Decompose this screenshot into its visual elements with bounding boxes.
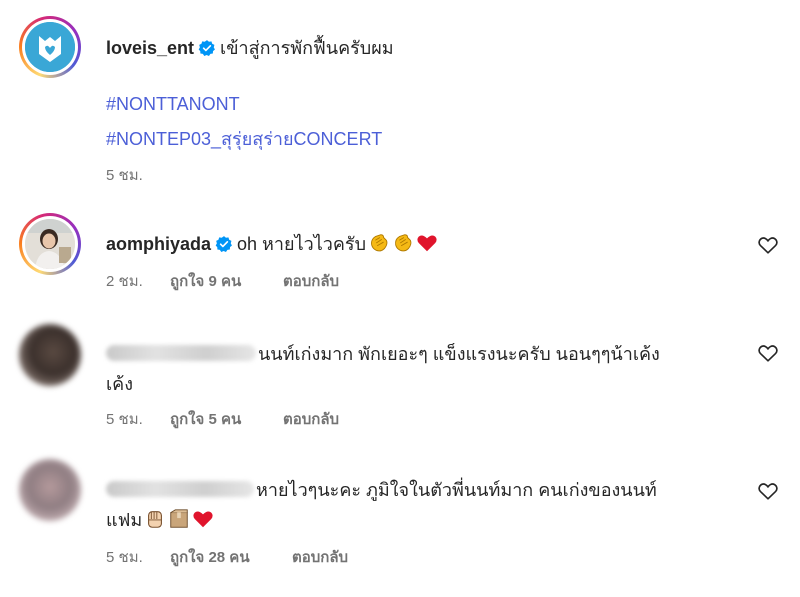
comment-line: นนท์เก่งมาก พักเยอะๆ แข็งแรงนะครับ นอนๆๆ…: [106, 339, 660, 368]
commenter-avatar[interactable]: [19, 213, 81, 275]
comment-text-line2: เค้ง: [106, 374, 133, 394]
comment-likes[interactable]: ถูกใจ 9 คน: [170, 269, 241, 293]
blurred-username[interactable]: [106, 345, 256, 361]
heart-outline-icon[interactable]: [757, 480, 779, 502]
clapping-hands-emoji: [371, 234, 388, 252]
heart-outline-icon[interactable]: [757, 342, 779, 364]
post-author-avatar[interactable]: [19, 16, 81, 78]
comment-username[interactable]: aomphiyada: [106, 234, 211, 254]
package-emoji: [170, 509, 188, 528]
verified-badge-icon: [198, 40, 215, 56]
post-caption-line: loveis_ent เข้าสู่การพักฟื้นครับผม: [106, 33, 394, 62]
commenter-avatar[interactable]: [19, 324, 81, 386]
comment-text-continued: แฟม: [106, 505, 214, 534]
comment-text: oh หายไวไวครับ: [237, 234, 367, 254]
comment-text-line2: แฟม: [106, 510, 143, 530]
comment-line: หายไวๆนะคะ ภูมิใจในตัวพี่นนท์มาก คนเก่งข…: [106, 475, 657, 504]
loveis-logo-icon: [25, 22, 75, 72]
comment-text: หายไวๆนะคะ ภูมิใจในตัวพี่นนท์มาก คนเก่งข…: [256, 480, 657, 500]
post-username[interactable]: loveis_ent: [106, 38, 194, 58]
profile-photo-icon: [25, 219, 75, 269]
hashtag-link[interactable]: #NONTEP03_สุรุ่ยสุร่ายCONCERT: [106, 124, 382, 153]
red-heart-emoji: [417, 235, 437, 252]
comment-text-continued: เค้ง: [106, 369, 133, 398]
raised-fist-emoji: [148, 511, 163, 528]
hashtag-link[interactable]: #NONTTANONT: [106, 94, 240, 115]
verified-badge-icon: [215, 236, 232, 252]
clapping-hands-emoji: [395, 234, 412, 252]
post-caption: เข้าสู่การพักฟื้นครับผม: [220, 38, 394, 58]
comment-timestamp: 2 ชม.: [106, 273, 143, 290]
reply-button[interactable]: ตอบกลับ: [283, 269, 339, 293]
comment-timestamp: 5 ชม.: [106, 411, 143, 428]
heart-outline-icon[interactable]: [757, 234, 779, 256]
commenter-avatar[interactable]: [19, 459, 81, 521]
red-heart-emoji: [193, 511, 213, 528]
comment-text: นนท์เก่งมาก พักเยอะๆ แข็งแรงนะครับ นอนๆๆ…: [258, 344, 660, 364]
post-timestamp: 5 ชม.: [106, 167, 143, 184]
comment-likes[interactable]: ถูกใจ 28 คน: [170, 545, 250, 569]
reply-button[interactable]: ตอบกลับ: [283, 407, 339, 431]
comment-line: aomphiyada oh หายไวไวครับ: [106, 229, 438, 258]
comment-timestamp: 5 ชม.: [106, 549, 143, 566]
reply-button[interactable]: ตอบกลับ: [292, 545, 348, 569]
comment-likes[interactable]: ถูกใจ 5 คน: [170, 407, 241, 431]
blurred-username[interactable]: [106, 481, 254, 497]
